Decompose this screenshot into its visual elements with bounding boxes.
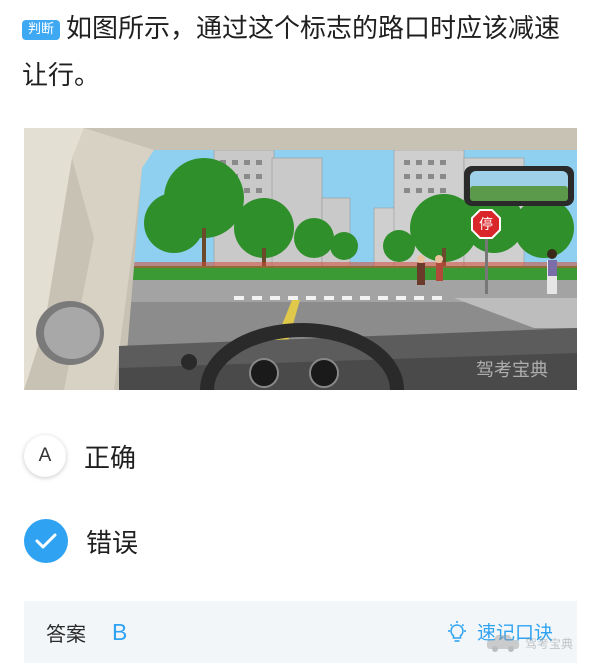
- svg-text:停: 停: [479, 216, 493, 233]
- option-a-label: 正确: [84, 443, 137, 474]
- stop-sign-icon: 停: [471, 209, 501, 239]
- corner-watermark: 驾考宝典: [485, 633, 573, 653]
- option-b[interactable]: 错误: [24, 519, 138, 563]
- question-page: 判断 如图所示，通过这个标志的路口时应该减速让行。 停 驾考宝典 A 正确 错误…: [0, 0, 600, 669]
- option-a[interactable]: A 正确: [24, 434, 136, 478]
- question-text: 如图所示，通过这个标志的路口时应该减速让行。: [22, 14, 561, 91]
- answer-value: B: [112, 618, 128, 645]
- car-logo-icon: [486, 635, 519, 652]
- lightbulb-icon: [447, 620, 466, 642]
- option-b-label: 错误: [86, 528, 139, 559]
- image-watermark: 驾考宝典: [476, 360, 548, 381]
- question-type-badge: 判断: [22, 20, 61, 40]
- answer-bar: 答案 B 速记口诀 驾考宝典: [24, 601, 577, 663]
- question-image: 停 驾考宝典: [24, 128, 577, 390]
- corner-watermark-text: 驾考宝典: [524, 636, 573, 651]
- answer-label: 答案: [46, 621, 86, 646]
- question-text-block: 判断 如图所示，通过这个标志的路口时应该减速让行。: [22, 6, 578, 100]
- option-a-letter: A: [24, 435, 66, 477]
- driving-scene-illustration: 停 驾考宝典: [24, 128, 577, 390]
- checkmark-icon: [24, 519, 68, 563]
